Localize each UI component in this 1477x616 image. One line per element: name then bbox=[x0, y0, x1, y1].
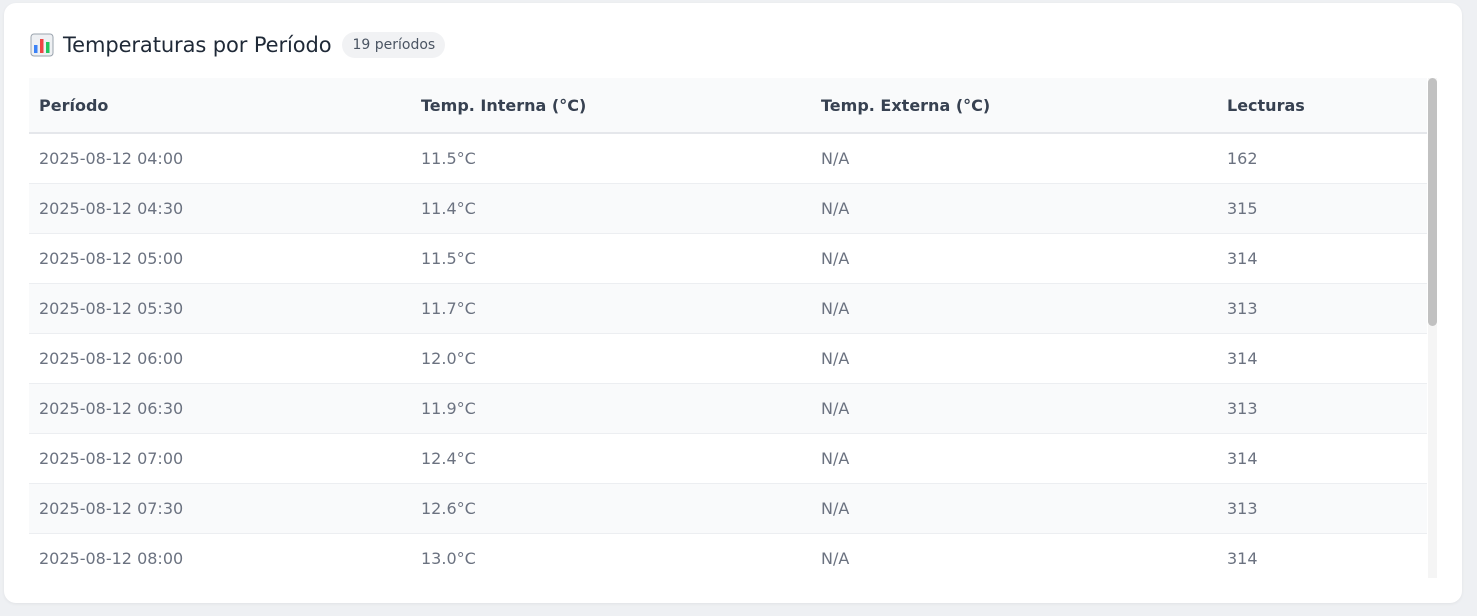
table-row: 2025-08-12 05:00 11.5°C N/A 314 bbox=[29, 233, 1427, 283]
column-header-period: Período bbox=[39, 95, 109, 115]
cell-internal-temp: 12.0°C bbox=[421, 348, 476, 368]
cell-period: 2025-08-12 06:00 bbox=[39, 348, 184, 368]
cell-internal-temp: 13.0°C bbox=[421, 548, 476, 568]
table-container[interactable]: Período Temp. Interna (°C) Temp. Externa… bbox=[29, 78, 1441, 578]
period-count-badge: 19 períodos bbox=[342, 32, 446, 58]
table-row: 2025-08-12 07:30 12.6°C N/A 313 bbox=[29, 483, 1427, 533]
card-header: Temperaturas por Período 19 períodos bbox=[30, 29, 446, 61]
cell-internal-temp: 11.4°C bbox=[421, 198, 476, 218]
table-row: 2025-08-12 06:00 12.0°C N/A 314 bbox=[29, 333, 1427, 383]
cell-readings: 314 bbox=[1227, 548, 1258, 568]
cell-external-temp: N/A bbox=[821, 398, 850, 418]
table-row: 2025-08-12 05:30 11.7°C N/A 313 bbox=[29, 283, 1427, 333]
temperature-card: Temperaturas por Período 19 períodos Per… bbox=[4, 3, 1462, 603]
cell-internal-temp: 12.4°C bbox=[421, 448, 476, 468]
cell-period: 2025-08-12 04:00 bbox=[39, 148, 184, 168]
cell-period: 2025-08-12 05:30 bbox=[39, 298, 184, 318]
table-scrollbar[interactable] bbox=[1428, 78, 1437, 578]
cell-readings: 314 bbox=[1227, 348, 1258, 368]
card-title: Temperaturas por Período bbox=[63, 33, 332, 57]
table-row: 2025-08-12 06:30 11.9°C N/A 313 bbox=[29, 383, 1427, 433]
cell-period: 2025-08-12 04:30 bbox=[39, 198, 184, 218]
table-header-row: Período Temp. Interna (°C) Temp. Externa… bbox=[29, 78, 1427, 133]
scrollbar-thumb[interactable] bbox=[1428, 78, 1437, 326]
cell-external-temp: N/A bbox=[821, 148, 850, 168]
cell-readings: 313 bbox=[1227, 398, 1258, 418]
cell-internal-temp: 11.7°C bbox=[421, 298, 476, 318]
cell-readings: 313 bbox=[1227, 498, 1258, 518]
column-header-internal-temp: Temp. Interna (°C) bbox=[421, 95, 587, 115]
cell-period: 2025-08-12 05:00 bbox=[39, 248, 184, 268]
cell-internal-temp: 12.6°C bbox=[421, 498, 476, 518]
cell-readings: 313 bbox=[1227, 298, 1258, 318]
column-header-external-temp: Temp. Externa (°C) bbox=[821, 95, 991, 115]
bar-chart-icon bbox=[30, 33, 54, 57]
cell-external-temp: N/A bbox=[821, 298, 850, 318]
cell-period: 2025-08-12 07:30 bbox=[39, 498, 184, 518]
table-row: 2025-08-12 07:00 12.4°C N/A 314 bbox=[29, 433, 1427, 483]
cell-internal-temp: 11.5°C bbox=[421, 148, 476, 168]
cell-readings: 314 bbox=[1227, 448, 1258, 468]
cell-internal-temp: 11.5°C bbox=[421, 248, 476, 268]
table-row: 2025-08-12 04:30 11.4°C N/A 315 bbox=[29, 183, 1427, 233]
column-header-readings: Lecturas bbox=[1227, 95, 1305, 115]
cell-readings: 314 bbox=[1227, 248, 1258, 268]
cell-external-temp: N/A bbox=[821, 348, 850, 368]
cell-internal-temp: 11.9°C bbox=[421, 398, 476, 418]
cell-readings: 162 bbox=[1227, 148, 1258, 168]
cell-period: 2025-08-12 06:30 bbox=[39, 398, 184, 418]
cell-period: 2025-08-12 07:00 bbox=[39, 448, 184, 468]
cell-period: 2025-08-12 08:00 bbox=[39, 548, 184, 568]
temperature-table: Período Temp. Interna (°C) Temp. Externa… bbox=[29, 78, 1427, 578]
cell-external-temp: N/A bbox=[821, 248, 850, 268]
cell-external-temp: N/A bbox=[821, 198, 850, 218]
table-row: 2025-08-12 08:00 13.0°C N/A 314 bbox=[29, 533, 1427, 578]
cell-external-temp: N/A bbox=[821, 548, 850, 568]
cell-external-temp: N/A bbox=[821, 448, 850, 468]
table-row: 2025-08-12 04:00 11.5°C N/A 162 bbox=[29, 133, 1427, 183]
cell-external-temp: N/A bbox=[821, 498, 850, 518]
cell-readings: 315 bbox=[1227, 198, 1258, 218]
